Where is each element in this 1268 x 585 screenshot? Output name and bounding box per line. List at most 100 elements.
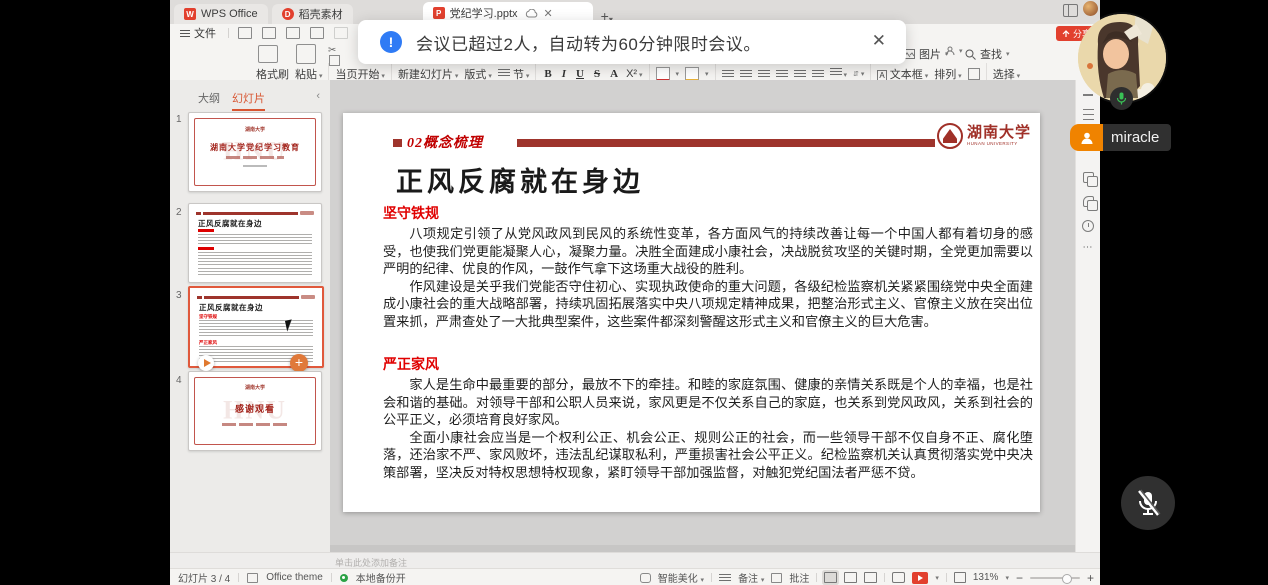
align-justify-icon[interactable] xyxy=(776,70,788,79)
tab-label: 党纪学习.pptx xyxy=(450,5,518,21)
tab-slides[interactable]: 幻灯片 xyxy=(232,90,265,111)
section-paragraph: 全面小康社会应当是一个权利公正、机会公正、规则公正的社会，而一些领导干部不仅自身… xyxy=(383,429,1033,482)
close-tab-icon[interactable]: ✕ xyxy=(544,7,553,20)
participant-name: miracle xyxy=(1103,124,1171,151)
file-menu[interactable]: 文件 xyxy=(170,25,224,41)
tab-wps-home[interactable]: W WPS Office xyxy=(174,4,268,24)
notes-bar[interactable]: 单击此处添加备注 xyxy=(170,552,1100,569)
cloud-sync-icon xyxy=(525,9,538,18)
underline-button[interactable]: U xyxy=(574,68,586,80)
bullet-list-icon[interactable] xyxy=(794,70,806,79)
backup-label[interactable]: 本地备份开 xyxy=(356,570,406,585)
slide-section-1[interactable]: 坚守铁规 八项规定引领了从党风政风到民风的系统性变革，各方面风气的持续改善让每一… xyxy=(383,203,1033,331)
slide-thumbnail-4[interactable]: HNU 湖南大学 感谢观看 xyxy=(188,371,322,451)
format-painter-icon[interactable] xyxy=(258,45,278,64)
presenter-view-icon[interactable] xyxy=(892,572,905,583)
selection-pane-icon[interactable] xyxy=(1083,196,1094,207)
print-preview-icon[interactable] xyxy=(310,27,324,39)
slide-number: 3 xyxy=(176,290,182,301)
bold-button[interactable]: B xyxy=(542,68,553,80)
comments-button[interactable]: 批注 xyxy=(789,570,809,585)
tab-docer[interactable]: D 稻壳素材 xyxy=(272,4,353,24)
tab-outline[interactable]: 大纲 xyxy=(198,90,220,106)
notes-icon xyxy=(719,574,731,581)
slide-thumbnail-2[interactable]: 正风反腐就在身边 xyxy=(188,203,322,283)
picture-button[interactable]: 图片▾ xyxy=(903,46,949,62)
slide-number: 2 xyxy=(176,207,182,218)
number-list-icon[interactable] xyxy=(812,70,824,79)
insert-shape-button[interactable]: ▾ xyxy=(945,46,963,56)
output-icon[interactable] xyxy=(262,27,276,39)
normal-view-icon[interactable] xyxy=(824,572,837,583)
fit-slide-icon[interactable] xyxy=(954,572,966,583)
collapse-icon[interactable] xyxy=(1083,94,1093,96)
add-slide-button[interactable]: + xyxy=(290,354,308,372)
clear-format-button[interactable]: A xyxy=(608,68,620,80)
paste-icon[interactable] xyxy=(296,44,316,65)
find-button[interactable]: 查找▾ xyxy=(965,46,1010,62)
history-icon[interactable] xyxy=(1082,220,1094,232)
zoom-in-button[interactable]: + xyxy=(1087,571,1094,585)
hamburger-icon xyxy=(180,30,190,37)
banner-close-icon[interactable]: ✕ xyxy=(872,31,886,51)
banner-text: 会议已超过2人，自动转为60分钟限时会议。 xyxy=(416,30,761,55)
properties-icon[interactable] xyxy=(1083,109,1094,120)
notes-button[interactable]: 备注 ▾ xyxy=(738,570,764,585)
section-icon xyxy=(498,69,510,78)
current-slide[interactable]: 02概念梳理 湖南大学 HUNAN UNIVERSITY 正风反腐就在身边 坚守… xyxy=(343,113,1040,512)
slide-thumbnail-1[interactable]: HNU 湖南大学 湖南大学党纪学习教育 xyxy=(188,112,322,192)
beautify-icon xyxy=(640,573,651,583)
ppt-file-icon: P xyxy=(433,7,445,19)
section-paragraph: 家人是生命中最重要的部分，最放不下的牵挂。和睦的家庭氛围、健康的亲情关系既是个人… xyxy=(383,376,1033,429)
status-bar: 幻灯片 3 / 4 Office theme 本地备份开 智能美化 ▾ 备注 ▾… xyxy=(170,568,1100,585)
play-slide-button[interactable] xyxy=(198,355,214,371)
zoom-level[interactable]: 131% xyxy=(973,572,999,583)
slide-number: 1 xyxy=(176,114,182,125)
align-left-icon[interactable] xyxy=(722,70,734,79)
wps-window: W WPS Office D 稻壳素材 P 党纪学习.pptx ✕ + ▾ 文件 xyxy=(170,0,1100,585)
theme-label[interactable]: Office theme xyxy=(266,572,323,583)
play-options-chevron-icon[interactable]: ▾ xyxy=(935,574,939,582)
slide-canvas: 02概念梳理 湖南大学 HUNAN UNIVERSITY 正风反腐就在身边 坚守… xyxy=(330,80,1075,552)
slideshow-play-button[interactable] xyxy=(912,572,928,584)
align-center-icon[interactable] xyxy=(740,70,752,79)
section-heading: 坚守铁规 xyxy=(383,203,1033,223)
layout-toggle-icon[interactable] xyxy=(1063,4,1078,17)
canvas-scroll-strip[interactable] xyxy=(330,545,1075,552)
theme-icon xyxy=(247,573,258,583)
undo-icon[interactable] xyxy=(334,27,348,39)
slide-number: 4 xyxy=(176,375,182,386)
slide-title[interactable]: 正风反腐就在身边 xyxy=(396,160,644,199)
participant-name-pill: miracle xyxy=(1070,124,1171,151)
section-paragraph: 八项规定引领了从党风政风到民风的系统性变革，各方面风气的持续改善让每一个中国人都… xyxy=(383,225,1033,278)
info-icon: ! xyxy=(380,31,402,53)
zoom-out-button[interactable]: − xyxy=(1016,571,1023,585)
mic-muted-button[interactable] xyxy=(1121,476,1175,530)
strikethrough-button[interactable]: S xyxy=(592,68,602,80)
superscript-button[interactable]: X² ▾ xyxy=(626,68,642,80)
workspace: 大纲 幻灯片 ‹ 1 HNU 湖南大学 湖南大学党纪学习教育 2 正风反腐就在身… xyxy=(170,80,1100,552)
account-avatar[interactable] xyxy=(1083,1,1098,16)
backup-status-icon xyxy=(340,574,348,582)
italic-button[interactable]: I xyxy=(560,68,568,80)
reading-view-icon[interactable] xyxy=(864,572,877,583)
text-direction-icon[interactable]: ⇵ ▾ xyxy=(853,70,864,78)
header-bar xyxy=(517,139,935,147)
slide-section-2[interactable]: 严正家风 家人是生命中最重要的部分，最放不下的牵挂。和睦的家庭氛围、健康的亲情关… xyxy=(383,354,1033,482)
more-tools-icon[interactable]: ⋯ xyxy=(1083,245,1094,251)
line-spacing-icon[interactable]: ▾ xyxy=(830,68,847,80)
save-icon[interactable] xyxy=(238,27,252,39)
animation-pane-icon[interactable] xyxy=(1083,172,1094,183)
collapse-panel-icon[interactable]: ‹ xyxy=(316,90,320,102)
slide-section-tag[interactable]: 02概念梳理 xyxy=(407,132,483,152)
wps-logo-icon: W xyxy=(184,8,196,20)
zoom-chevron-icon[interactable]: ▾ xyxy=(1005,574,1009,582)
search-icon xyxy=(965,49,976,60)
zoom-slider[interactable] xyxy=(1030,577,1080,579)
group-icon[interactable] xyxy=(968,68,980,80)
align-right-icon[interactable] xyxy=(758,70,770,79)
beautify-button[interactable]: 智能美化 ▾ xyxy=(658,570,704,585)
tab-label: 稻壳素材 xyxy=(299,6,343,22)
slide-sorter-view-icon[interactable] xyxy=(844,572,857,583)
print-icon[interactable] xyxy=(286,27,300,39)
